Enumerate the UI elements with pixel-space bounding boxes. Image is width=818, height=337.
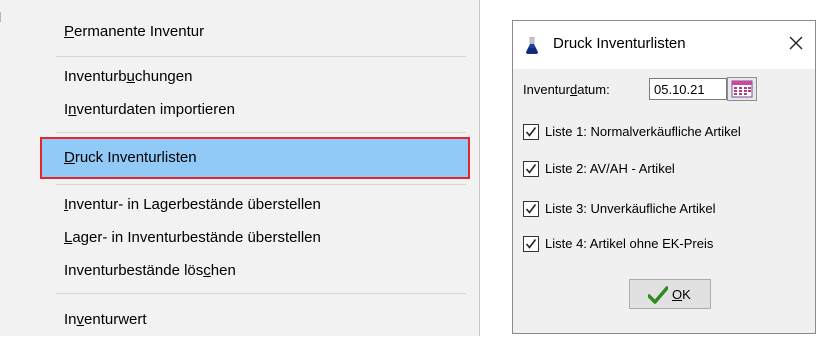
menu-item-label: Permanente Inventur	[64, 23, 205, 40]
close-icon	[789, 36, 803, 50]
checkmark-icon	[525, 239, 537, 249]
menu-item-lager-in-inventur[interactable]: Lager- in Inventurbestände überstellen	[0, 221, 478, 255]
checkmark-icon	[525, 164, 537, 174]
menu-item-label: Inventurbuchungen	[64, 68, 193, 85]
dialog-title: Druck Inventurlisten	[553, 35, 686, 52]
liste-3-checkbox[interactable]	[523, 201, 539, 217]
liste-4-checkbox[interactable]	[523, 236, 539, 252]
inventurdatum-field[interactable]	[649, 78, 727, 100]
menu-item-druck-inventurlisten[interactable]: Druck Inventurlisten	[40, 137, 470, 179]
menu-item-inventurwert[interactable]: Inventurwert	[0, 303, 478, 337]
liste-1-checkbox[interactable]	[523, 124, 539, 140]
dialog-titlebar[interactable]: Druck Inventurlisten	[513, 21, 815, 69]
liste-1-label: Liste 1: Normalverkäufliche Artikel	[545, 124, 741, 139]
menu-item-inventur-in-lager[interactable]: Inventur- in Lagerbestände überstellen	[0, 188, 478, 222]
checkmark-icon	[648, 286, 668, 304]
menu-item-label: Inventur- in Lagerbestände überstellen	[64, 196, 321, 213]
menu-item-inventurbuchungen[interactable]: Inventurbuchungen	[0, 60, 478, 94]
menu-item-permanente-inventur[interactable]: Permanente Inventur	[0, 15, 478, 49]
inventory-context-menu: Permanente Inventur Inventurbuchungen In…	[0, 0, 480, 336]
liste-2-label: Liste 2: AV/AH - Artikel	[545, 161, 675, 176]
calendar-icon	[731, 80, 753, 98]
menu-item-label: Druck Inventurlisten	[64, 149, 197, 166]
checkmark-icon	[525, 204, 537, 214]
liste-4-label: Liste 4: Artikel ohne EK-Preis	[545, 236, 714, 251]
menu-separator	[56, 56, 466, 57]
menu-item-inventurdaten-importieren[interactable]: Inventurdaten importieren	[0, 93, 478, 127]
menu-separator	[56, 132, 466, 133]
checkmark-icon	[525, 127, 537, 137]
liste-3-label: Liste 3: Unverkäufliche Artikel	[545, 201, 716, 216]
menu-separator	[56, 293, 466, 294]
inventurdatum-label: Inventurdatum:	[523, 82, 610, 97]
flask-icon	[525, 36, 539, 55]
menu-item-label: Lager- in Inventurbestände überstellen	[64, 229, 321, 246]
menu-separator	[56, 184, 466, 185]
liste-2-checkbox[interactable]	[523, 161, 539, 177]
ok-button[interactable]: OK	[629, 279, 711, 309]
ok-label: OK	[672, 287, 691, 302]
menu-item-label: Inventurdaten importieren	[64, 101, 235, 118]
menu-item-inventurbestaende-loeschen[interactable]: Inventurbestände löschen	[0, 254, 478, 288]
menu-item-label: Inventurbestände löschen	[64, 262, 236, 279]
druck-inventurlisten-dialog: Druck Inventurlisten Inventurdatum: List…	[512, 20, 816, 334]
menu-item-label: Inventurwert	[64, 311, 147, 328]
close-button[interactable]	[781, 30, 811, 60]
calendar-button[interactable]	[727, 77, 757, 101]
